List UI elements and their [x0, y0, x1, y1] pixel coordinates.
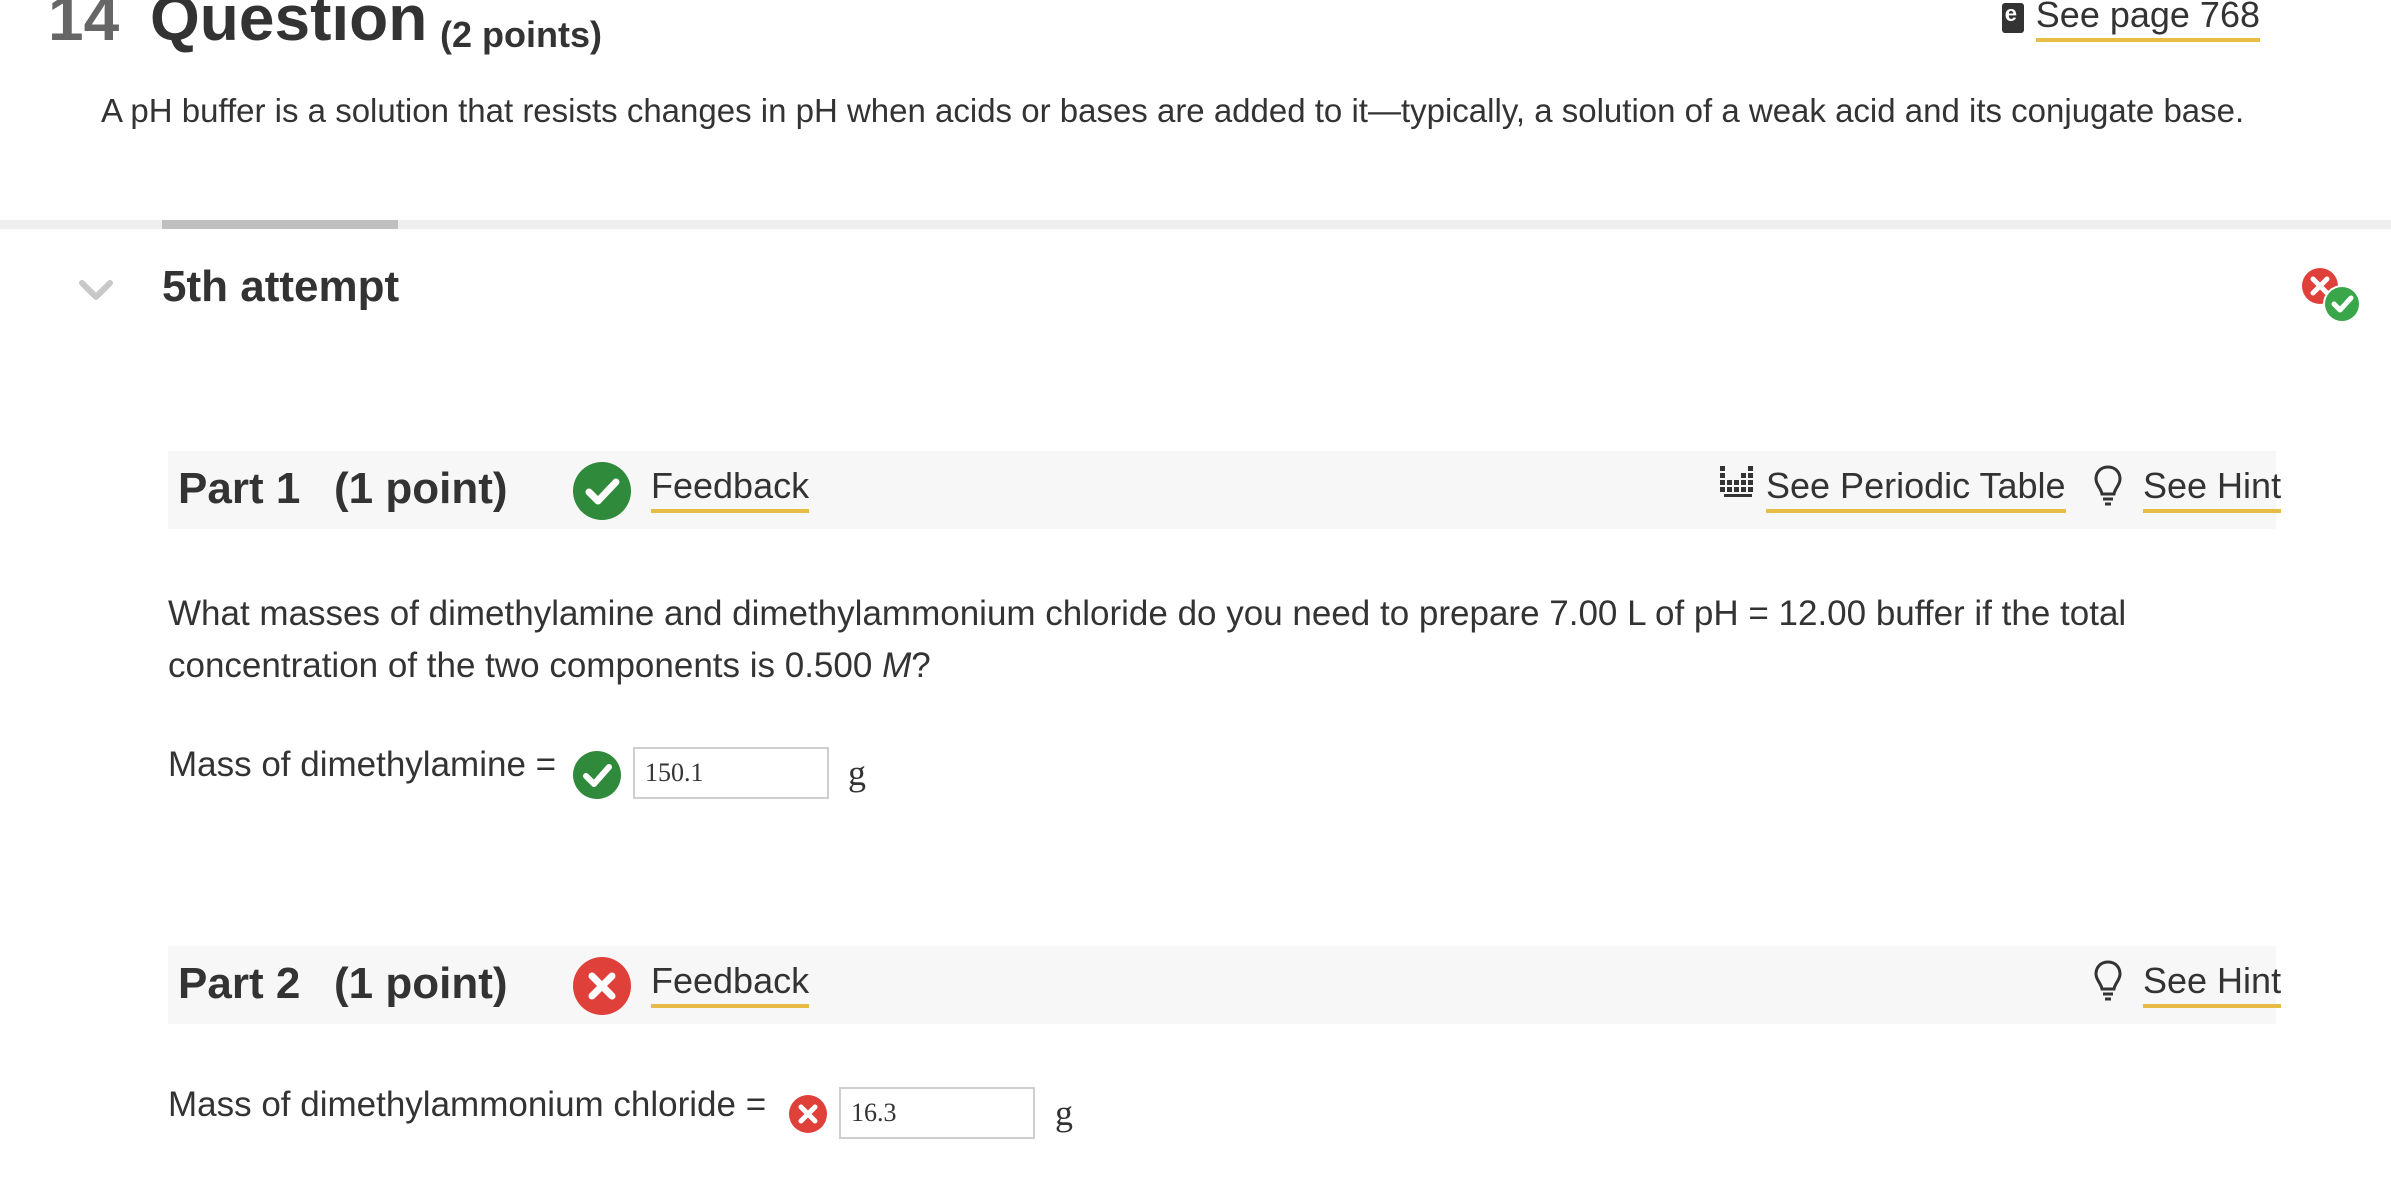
question-intro: A pH buffer is a solution that resists c…: [101, 92, 2245, 129]
question-heading: Question: [150, 0, 428, 54]
part-1-question: What masses of dimethylamine and dimethy…: [168, 594, 2127, 685]
dimethylamine-unit: g: [848, 753, 866, 793]
part-1-points: (1 point): [334, 464, 508, 513]
part-2-title: Part 2: [178, 959, 301, 1008]
see-page-link[interactable]: See page 768: [2001, 0, 2260, 42]
correct-check-icon: [573, 462, 631, 520]
dimethylammonium-chloride-mass-input[interactable]: [839, 1087, 1035, 1139]
attempt-progress: [162, 220, 398, 229]
dimethylammonium-chloride-unit: g: [1055, 1093, 1073, 1133]
dimethylamine-mass-input[interactable]: [633, 747, 829, 799]
see-periodic-table-link[interactable]: See Periodic Table: [1766, 465, 2066, 513]
part-2-points: (1 point): [334, 959, 508, 1008]
question-points: (2 points): [440, 14, 602, 55]
attempt-label[interactable]: 5th attempt: [162, 262, 399, 312]
mixed-result-icon: [2302, 268, 2361, 323]
see-page-label: See page 768: [2035, 0, 2260, 42]
lightbulb-icon: [2094, 960, 2122, 1001]
chevron-down-icon[interactable]: [76, 275, 116, 305]
periodic-table-icon: [1720, 466, 1753, 497]
part-1-see-hint-link[interactable]: See Hint: [2143, 465, 2282, 513]
incorrect-x-icon: [789, 1095, 827, 1133]
dimethylammonium-chloride-label: Mass of dimethylammonium chloride =: [168, 1085, 767, 1124]
dimethylamine-label: Mass of dimethylamine =: [168, 745, 557, 784]
lightbulb-icon: [2094, 465, 2122, 506]
part-1-title: Part 1: [178, 464, 301, 513]
question-number: 14: [48, 0, 120, 54]
incorrect-x-icon: [573, 957, 631, 1015]
part-2-feedback-link[interactable]: Feedback: [651, 960, 810, 1008]
ebook-icon: [2001, 1, 2024, 33]
correct-check-icon: [573, 751, 621, 799]
part-2-see-hint-link[interactable]: See Hint: [2143, 960, 2282, 1008]
part-1-feedback-link[interactable]: Feedback: [651, 465, 810, 513]
